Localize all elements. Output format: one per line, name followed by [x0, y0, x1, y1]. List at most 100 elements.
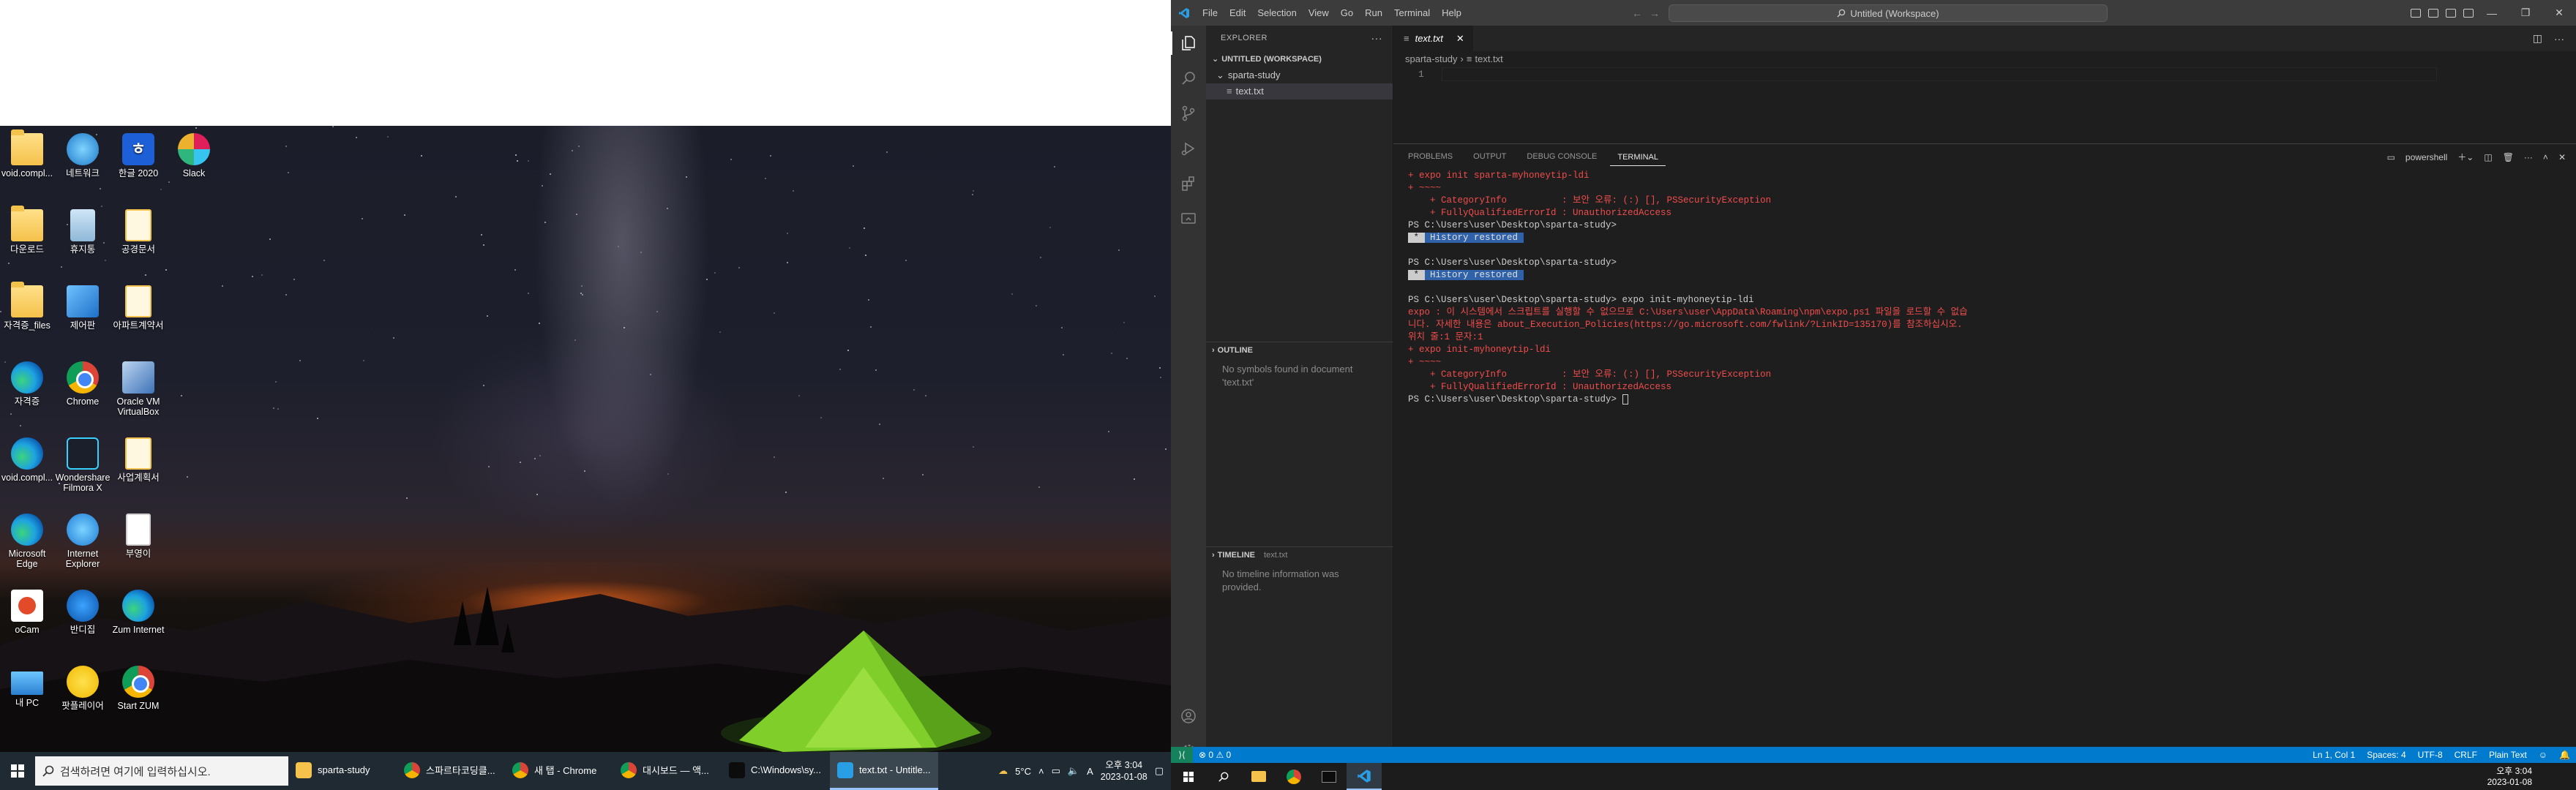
desktop-icon[interactable]: void.compl...	[0, 129, 55, 178]
notification-icon[interactable]: ▢	[1155, 765, 1164, 777]
desktop-icon[interactable]: 팟플레이어	[55, 666, 111, 711]
desktop-icon[interactable]: oCam	[0, 590, 55, 635]
close-button[interactable]: ✕	[2542, 0, 2576, 26]
desktop-icon[interactable]: 휴지통	[55, 209, 111, 255]
explorer-icon[interactable]	[1171, 26, 1206, 61]
weather-icon[interactable]: ☁	[998, 765, 1008, 777]
tab-text-txt[interactable]: ≡ text.txt ✕	[1393, 26, 1474, 51]
desktop-icon[interactable]: 내 PC	[0, 666, 55, 708]
toggle-sidebar-icon[interactable]	[2411, 8, 2421, 18]
desktop-icon[interactable]: 부영이	[111, 514, 166, 559]
remote-indicator-icon[interactable]: ⟩⟨	[1171, 747, 1193, 763]
taskbar-app-button[interactable]: text.txt - Untitle...	[830, 752, 938, 790]
desktop-icon[interactable]: ㅎ 한글 2020	[111, 133, 166, 178]
search-icon[interactable]	[1171, 61, 1206, 96]
breadcrumb-folder[interactable]: sparta-study	[1405, 51, 1458, 67]
language-mode[interactable]: Plain Text	[2483, 750, 2533, 760]
taskbar-app-button[interactable]: 대시보드 — 액...	[613, 752, 722, 790]
extensions-icon[interactable]	[1171, 166, 1206, 201]
desktop-icon[interactable]: Internet Explorer	[55, 514, 111, 569]
new-terminal-icon[interactable]: ＋⌄	[2457, 151, 2474, 163]
menu-item-go[interactable]: Go	[1335, 0, 1359, 26]
end-of-line[interactable]: CRLF	[2449, 750, 2483, 760]
indentation[interactable]: Spaces: 4	[2361, 750, 2411, 760]
workspace-section-header[interactable]: ⌄ UNTITLED (WORKSPACE)	[1206, 51, 1393, 67]
command-center[interactable]: Untitled (Workspace)	[1669, 4, 2108, 22]
menu-item-file[interactable]: File	[1197, 0, 1224, 26]
start-button[interactable]	[1171, 763, 1206, 790]
tab-output[interactable]: OUTPUT	[1466, 144, 1513, 170]
desktop-icon[interactable]: Oracle VM VirtualBox	[111, 361, 166, 417]
account-icon[interactable]	[1171, 699, 1206, 734]
taskbar-app-button[interactable]: sparta-study	[288, 752, 397, 790]
chrome-icon[interactable]	[1276, 763, 1311, 790]
restore-button[interactable]: ❐	[2509, 0, 2542, 26]
terminal-icon[interactable]	[1311, 763, 1347, 790]
menu-item-edit[interactable]: Edit	[1224, 0, 1251, 26]
outline-section-header[interactable]: › OUTLINE	[1206, 342, 1393, 358]
customize-layout-icon[interactable]	[2463, 8, 2474, 18]
desktop-icon[interactable]: Start ZUM	[111, 666, 166, 711]
back-arrow-icon[interactable]: ←	[1632, 7, 1642, 19]
split-terminal-icon[interactable]: ◫	[2484, 152, 2492, 162]
desktop-icon[interactable]: 자격증	[0, 361, 55, 407]
tree-folder-sparta-study[interactable]: ⌄ sparta-study	[1206, 67, 1393, 83]
breadcrumb-file[interactable]: text.txt	[1475, 51, 1502, 67]
split-editor-icon[interactable]: ◫	[2533, 32, 2542, 45]
tab-terminal[interactable]: TERMINAL	[1610, 148, 1666, 166]
desktop-icon[interactable]: void.compl...	[0, 437, 55, 483]
close-tab-icon[interactable]: ✕	[1456, 33, 1464, 45]
menu-item-terminal[interactable]: Terminal	[1388, 0, 1436, 26]
feedback-icon[interactable]: ☺	[2533, 750, 2553, 760]
tray-chevron-icon[interactable]: ˄	[1038, 766, 1044, 777]
toggle-secondary-sidebar-icon[interactable]	[2446, 8, 2456, 18]
menu-item-selection[interactable]: Selection	[1251, 0, 1302, 26]
desktop-icon[interactable]: 제어판	[55, 285, 111, 331]
maximize-panel-icon[interactable]: ˄	[2543, 152, 2548, 162]
desktop-icon[interactable]: 자격증_files	[0, 282, 55, 331]
desktop-icon[interactable]: Microsoft Edge	[0, 514, 55, 569]
volume-icon[interactable]: 🔈	[1068, 765, 1079, 777]
kill-terminal-icon[interactable]: 🗑	[2503, 152, 2514, 162]
taskbar-app-button[interactable]: 새 탭 - Chrome	[505, 752, 613, 790]
search-icon[interactable]	[1206, 763, 1241, 790]
network-icon[interactable]: ▭	[1052, 765, 1060, 777]
vscode-icon[interactable]	[1347, 763, 1382, 790]
remote-explorer-icon[interactable]	[1171, 201, 1206, 236]
forward-arrow-icon[interactable]: →	[1650, 7, 1660, 19]
ime-indicator[interactable]: A	[1087, 766, 1093, 777]
tab-debug-console[interactable]: DEBUG CONSOLE	[1519, 144, 1604, 170]
desktop-icon[interactable]: 공경문서	[111, 209, 166, 255]
desktop-icon[interactable]: 반디집	[55, 590, 111, 635]
desktop-icon[interactable]: Slack	[166, 133, 222, 178]
notifications-bell-icon[interactable]: 🔔	[2553, 750, 2576, 760]
taskbar-app-button[interactable]: 스파르타코딩클...	[397, 752, 505, 790]
desktop-icon[interactable]: 다운로드	[0, 206, 55, 255]
terminal-shell-label[interactable]: powershell	[2405, 152, 2447, 162]
desktop-icon[interactable]: Zum Internet	[111, 590, 166, 635]
more-actions-icon[interactable]: ···	[1371, 26, 1383, 51]
run-debug-icon[interactable]	[1171, 131, 1206, 166]
desktop-icon[interactable]: 아파트계약서	[111, 285, 166, 331]
more-actions-icon[interactable]: ···	[2554, 33, 2564, 45]
terminal-output[interactable]: + expo init sparta-myhoneytip-ldi + ~~~~ …	[1393, 170, 2576, 406]
taskbar-clock[interactable]: 오후 3:04 2023-01-08	[1101, 759, 1147, 783]
desktop-icon[interactable]: 사업계획서	[111, 437, 166, 483]
close-panel-icon[interactable]: ✕	[2558, 152, 2566, 162]
secondary-clock[interactable]: 오후 3:04 2023-01-08	[2487, 766, 2576, 788]
encoding[interactable]: UTF-8	[2412, 750, 2449, 760]
start-button[interactable]	[0, 752, 35, 790]
minimize-button[interactable]: —	[2475, 0, 2509, 26]
desktop-icon[interactable]: Wondershare Filmora X	[55, 437, 111, 493]
timeline-section-header[interactable]: › TIMELINE text.txt	[1206, 547, 1393, 563]
desktop-icon[interactable]: Chrome	[55, 361, 111, 407]
menu-item-view[interactable]: View	[1303, 0, 1335, 26]
source-control-icon[interactable]	[1171, 96, 1206, 131]
problems-status[interactable]: ⊗ 0 ⚠ 0	[1193, 750, 1237, 760]
cursor-position[interactable]: Ln 1, Col 1	[2307, 750, 2361, 760]
menu-item-run[interactable]: Run	[1359, 0, 1388, 26]
menu-item-help[interactable]: Help	[1436, 0, 1467, 26]
weather-temp[interactable]: 5°C	[1015, 766, 1031, 777]
taskbar-app-button[interactable]: C:\Windows\sy...	[722, 752, 830, 790]
more-actions-icon[interactable]: ···	[2524, 152, 2533, 162]
